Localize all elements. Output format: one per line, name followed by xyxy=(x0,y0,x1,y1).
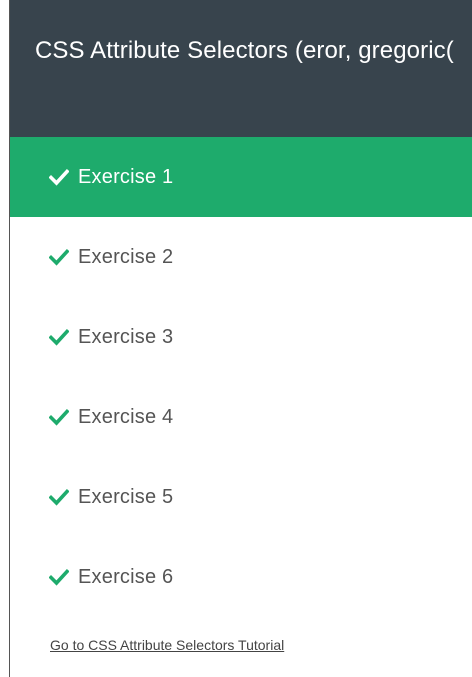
exercise-item-1[interactable]: Exercise 1 xyxy=(10,137,472,217)
checkmark-icon xyxy=(49,327,69,347)
exercise-item-5[interactable]: Exercise 5 xyxy=(10,457,472,537)
exercise-label: Exercise 6 xyxy=(78,565,174,588)
checkmark-icon xyxy=(49,487,69,507)
exercise-label: Exercise 1 xyxy=(78,165,174,188)
tutorial-link[interactable]: Go to CSS Attribute Selectors Tutorial xyxy=(50,637,284,653)
panel-title: CSS Attribute Selectors (eror, gregoric( xyxy=(35,37,454,64)
checkmark-icon xyxy=(49,167,69,187)
exercise-label: Exercise 3 xyxy=(78,325,174,348)
exercise-item-6[interactable]: Exercise 6 xyxy=(10,537,472,617)
panel-header: CSS Attribute Selectors (eror, gregoric( xyxy=(10,0,472,137)
exercise-list: Exercise 1 Exercise 2 Exercise 3 Exercis… xyxy=(10,137,472,617)
exercise-item-3[interactable]: Exercise 3 xyxy=(10,297,472,377)
exercise-label: Exercise 4 xyxy=(78,405,174,428)
exercise-label: Exercise 5 xyxy=(78,485,174,508)
exercise-panel: CSS Attribute Selectors (eror, gregoric(… xyxy=(9,0,472,677)
checkmark-icon xyxy=(49,247,69,267)
exercise-item-2[interactable]: Exercise 2 xyxy=(10,217,472,297)
exercise-item-4[interactable]: Exercise 4 xyxy=(10,377,472,457)
checkmark-icon xyxy=(49,567,69,587)
exercise-label: Exercise 2 xyxy=(78,245,174,268)
checkmark-icon xyxy=(49,407,69,427)
